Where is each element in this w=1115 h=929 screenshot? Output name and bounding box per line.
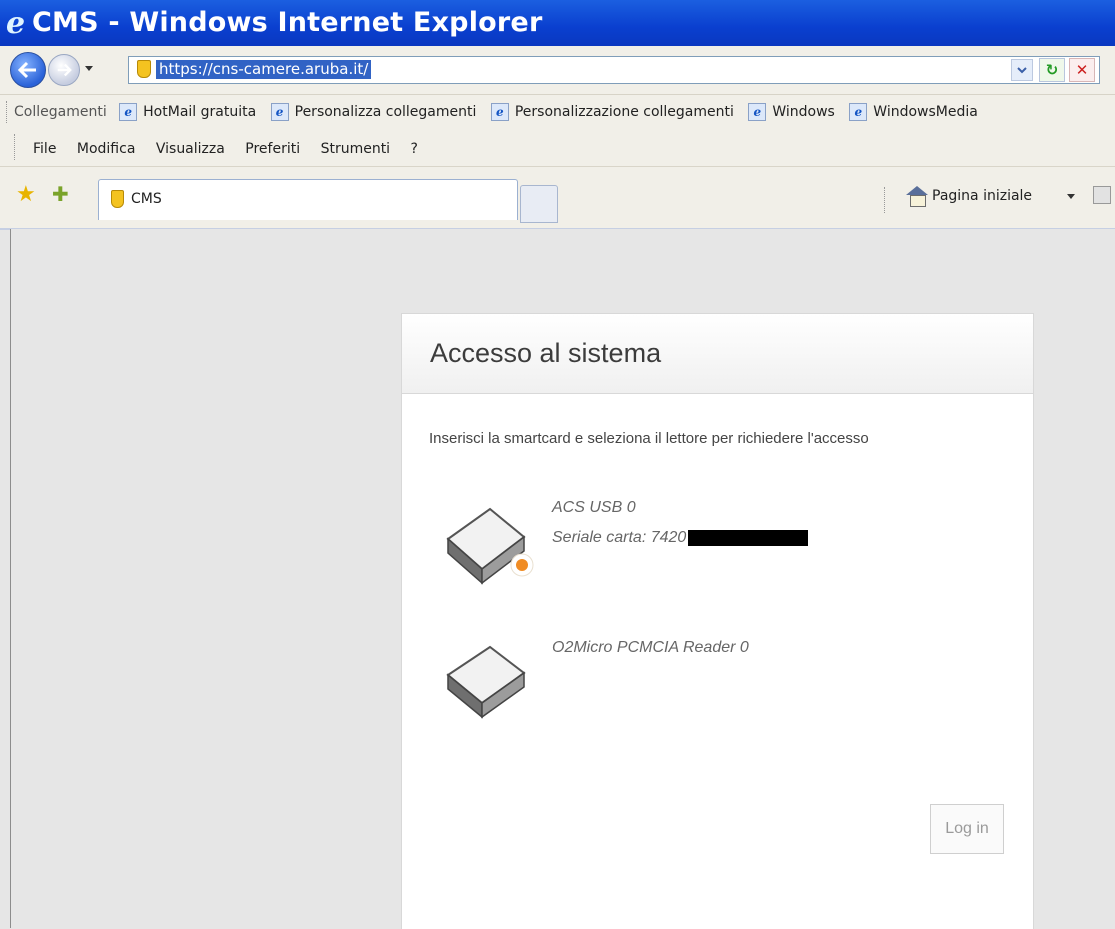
links-label: Collegamenti: [14, 104, 107, 120]
back-arrow-icon: [18, 61, 36, 79]
address-toolbar: https://cns-camere.aruba.it/ ↻ ✕: [0, 46, 1115, 95]
chevron-down-icon: [1017, 67, 1027, 74]
reader-item[interactable]: ACS USB 0 Seriale carta: 7420: [442, 499, 809, 594]
link-item[interactable]: e HotMail gratuita: [119, 103, 256, 121]
back-button[interactable]: [10, 52, 46, 88]
tab-label: CMS: [131, 191, 162, 207]
refresh-button[interactable]: ↻: [1039, 58, 1065, 82]
new-tab-button[interactable]: [520, 185, 558, 223]
reader-name: O2Micro PCMCIA Reader 0: [552, 639, 749, 656]
forward-arrow-icon: [57, 63, 72, 77]
link-item[interactable]: e Personalizza collegamenti: [270, 103, 476, 121]
tab-cms[interactable]: CMS: [98, 179, 518, 220]
menu-visualizza[interactable]: Visualizza: [156, 141, 225, 157]
window-titlebar: e CMS - Windows Internet Explorer: [0, 0, 1115, 46]
menu-strumenti[interactable]: Strumenti: [321, 141, 391, 157]
menu-preferiti[interactable]: Preferiti: [245, 141, 300, 157]
toolbar-grip[interactable]: [884, 187, 885, 213]
ie-page-icon: e: [490, 103, 509, 121]
toolbar-grip[interactable]: [14, 134, 15, 160]
tabs-toolbar: ★ ✚ CMS Pagina iniziale: [0, 167, 1115, 230]
stop-button[interactable]: ✕: [1069, 58, 1095, 82]
card-reader-icon: [446, 645, 526, 719]
ie-logo-icon: e: [6, 6, 26, 41]
menu-bar: File Modifica Visualizza Preferiti Strum…: [0, 128, 1115, 167]
recent-pages-dropdown-icon[interactable]: [85, 66, 93, 71]
home-icon[interactable]: [906, 186, 928, 207]
login-panel: Accesso al sistema Inserisci la smartcar…: [401, 313, 1034, 929]
link-item[interactable]: e Windows: [748, 103, 835, 121]
toolbar-grip[interactable]: [6, 101, 9, 123]
secure-site-icon: [137, 60, 151, 78]
ie-page-icon: e: [849, 103, 868, 121]
window-title: CMS - Windows Internet Explorer: [32, 7, 543, 38]
card-serial: Seriale carta: 7420: [552, 529, 809, 547]
links-toolbar: Collegamenti e HotMail gratuita e Personal…: [0, 95, 1115, 128]
forward-button[interactable]: [48, 54, 80, 86]
address-field[interactable]: https://cns-camere.aruba.it/ ↻ ✕: [128, 56, 1100, 84]
favorites-star-icon[interactable]: ★: [16, 182, 36, 207]
home-dropdown-icon[interactable]: [1067, 194, 1075, 199]
address-url[interactable]: https://cns-camere.aruba.it/: [156, 60, 372, 79]
menu-modifica[interactable]: Modifica: [77, 141, 136, 157]
add-favorite-icon[interactable]: ✚: [52, 182, 69, 206]
ie-page-icon: e: [119, 103, 138, 121]
home-button-label[interactable]: Pagina iniziale: [932, 188, 1032, 204]
page-title: Accesso al sistema: [430, 338, 662, 368]
ie-page-icon: e: [748, 103, 767, 121]
reader-name: ACS USB 0: [552, 499, 636, 516]
ie-page-icon: e: [270, 103, 289, 121]
instructions-text: Inserisci la smartcard e seleziona il le…: [429, 430, 869, 447]
link-item[interactable]: e Personalizzazione collegamenti: [490, 103, 734, 121]
link-item[interactable]: e WindowsMedia: [849, 103, 978, 121]
redaction-bar: [688, 529, 809, 546]
menu-file[interactable]: File: [33, 141, 56, 157]
address-dropdown-button[interactable]: [1011, 59, 1033, 81]
feeds-icon[interactable]: [1093, 186, 1111, 204]
reader-item[interactable]: O2Micro PCMCIA Reader 0: [442, 639, 749, 724]
card-reader-icon: [446, 507, 534, 585]
login-button[interactable]: Log in: [930, 804, 1004, 854]
page-icon: [111, 190, 124, 208]
menu-help[interactable]: ?: [411, 141, 418, 157]
